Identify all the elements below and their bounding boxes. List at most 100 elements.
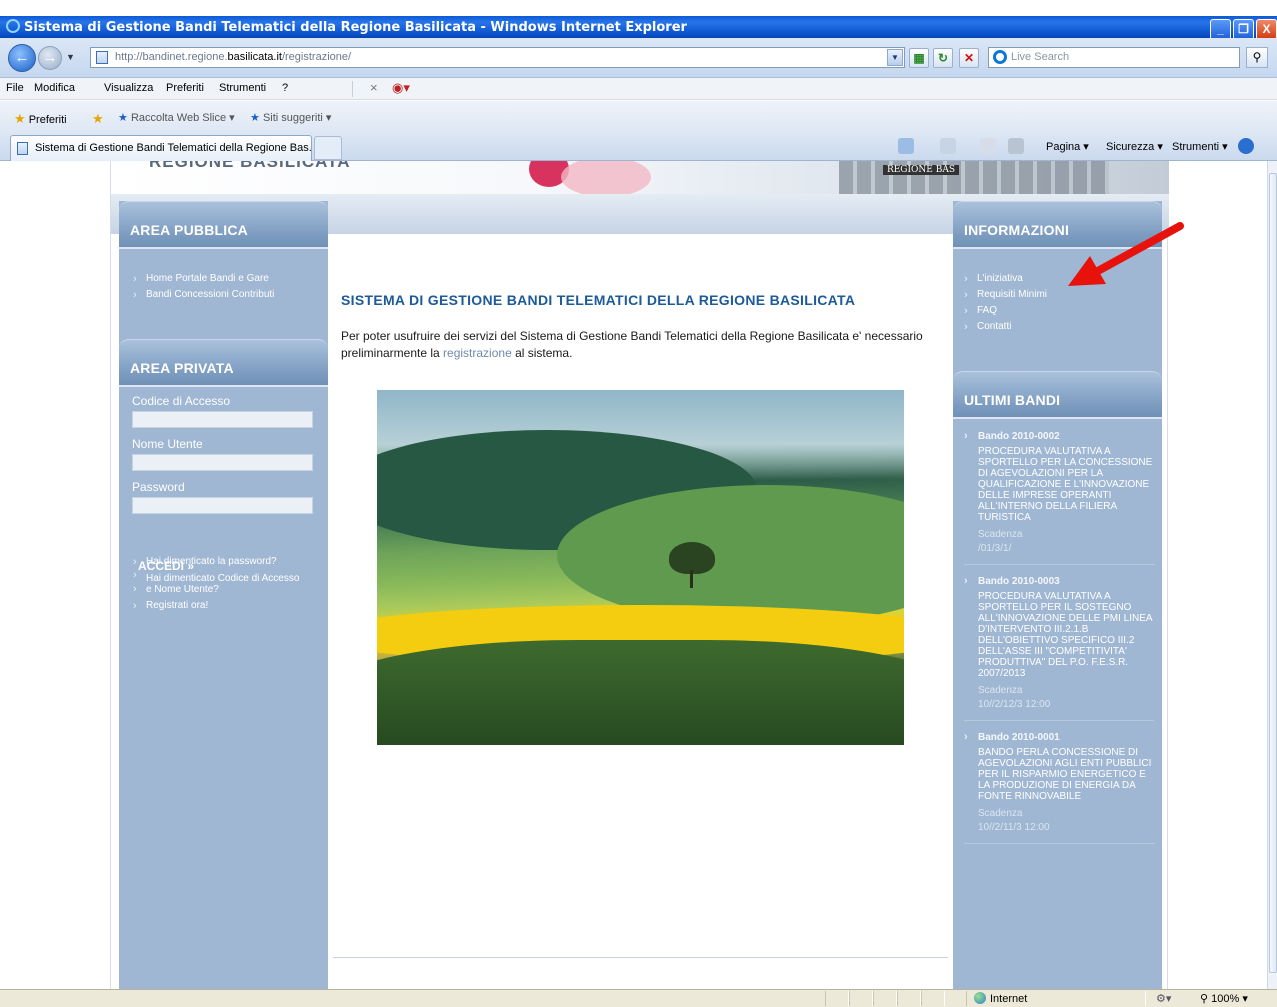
registration-link[interactable]: registrazione	[443, 346, 512, 360]
bando-description: BANDO PERLA CONCESSIONE DI AGEVOLAZIONI …	[978, 747, 1152, 802]
web-slice-link[interactable]: ★ Raccolta Web Slice ▾	[118, 111, 235, 124]
link-forgot-code[interactable]: Hai dimenticato Codice di Accesso	[133, 570, 299, 584]
home-icon[interactable]	[898, 138, 914, 154]
password-label: Password	[132, 480, 185, 494]
link-register[interactable]: Registrati ora!	[133, 598, 299, 614]
intro-text: Per poter usufruire dei servizi del Sist…	[341, 329, 923, 360]
history-dropdown-icon[interactable]: ▼	[66, 52, 75, 62]
search-button[interactable]: ⚲	[1246, 47, 1268, 68]
live-search-icon	[993, 50, 1007, 64]
menu-visualizza[interactable]: Visualizza	[104, 82, 153, 94]
bando-description: PROCEDURA VALUTATIVA A SPORTELLO PER IL …	[978, 591, 1153, 679]
bando-deadline-label: Scadenza	[978, 808, 1023, 819]
help-icon[interactable]	[1238, 138, 1254, 154]
window-controls: _ ❐ X	[1210, 19, 1277, 40]
site-banner: REGIONE BASILICATA REGIONE BAS	[111, 161, 1169, 194]
link-bandi-concessioni[interactable]: Bandi Concessioni Contributi	[133, 287, 274, 303]
globe-icon	[974, 992, 986, 1004]
link-home-portale[interactable]: Home Portale Bandi e Gare	[133, 271, 274, 287]
bando-deadline-label: Scadenza	[978, 685, 1023, 696]
menu-preferiti[interactable]: Preferiti	[166, 82, 204, 94]
feeds-icon[interactable]	[940, 138, 956, 154]
password-input[interactable]	[132, 497, 313, 514]
bando-code-link[interactable]: Bando 2010-0001	[964, 731, 1154, 743]
bando-deadline-label: Scadenza	[978, 529, 1023, 540]
link-contatti[interactable]: Contatti	[964, 319, 1047, 335]
code-label: Codice di Accesso	[132, 394, 231, 408]
right-sidebar: INFORMAZIONI L'iniziativa Requisiti Mini…	[953, 201, 1162, 989]
toolbar-addon-icon[interactable]: ◉▾	[392, 80, 410, 96]
web-page: REGIONE BASILICATA REGIONE BAS AREA PUBB…	[110, 161, 1169, 989]
area-privata-links: Hai dimenticato la password? Hai dimenti…	[133, 554, 299, 614]
minimize-button[interactable]: _	[1210, 19, 1231, 40]
ie-page-icon: ★	[118, 112, 128, 124]
link-forgot-password[interactable]: Hai dimenticato la password?	[133, 554, 299, 570]
divider	[333, 957, 948, 958]
menu-modifica[interactable]: Modifica	[34, 82, 75, 94]
print-icon[interactable]	[1008, 138, 1024, 154]
stop-icon[interactable]: ✕	[959, 48, 979, 68]
link-iniziativa[interactable]: L'iniziativa	[964, 271, 1047, 287]
mail-icon[interactable]	[980, 138, 996, 154]
banner-building-image	[839, 161, 1109, 194]
menu-file[interactable]: File	[6, 82, 24, 94]
access-code-input[interactable]	[132, 411, 313, 428]
refresh-icon[interactable]: ↻	[933, 48, 953, 68]
link-faq[interactable]: FAQ	[964, 303, 1047, 319]
link-forgot-code-2[interactable]: e Nome Utente?	[133, 584, 299, 598]
page-menu[interactable]: Pagina ▾	[1046, 140, 1089, 153]
area-privata-header: AREA PRIVATA	[119, 339, 328, 387]
bando-code-link[interactable]: Bando 2010-0002	[964, 430, 1154, 442]
ultimi-bandi-header: ULTIMI BANDI	[953, 371, 1162, 419]
zoom-level[interactable]: ⚲ 100% ▾	[1200, 992, 1248, 1005]
tab-bar: Sistema di Gestione Bandi Telematici del…	[0, 133, 1277, 161]
protected-mode-icon[interactable]: ⚙▾	[1156, 992, 1171, 1005]
status-bar: Internet ⚙▾ ⚲ 100% ▾	[0, 989, 1277, 1007]
suggested-sites-link[interactable]: ★ Siti suggeriti ▾	[250, 111, 331, 124]
username-input[interactable]	[132, 454, 313, 471]
url-dropdown-icon[interactable]: ▼	[887, 49, 903, 66]
informazioni-links: L'iniziativa Requisiti Minimi FAQ Contat…	[964, 271, 1047, 335]
star-icon: ★	[14, 111, 26, 126]
banner-building-sign: REGIONE BAS	[882, 165, 959, 175]
page-title: SISTEMA DI GESTIONE BANDI TELEMATICI DEL…	[341, 292, 856, 308]
favorites-button[interactable]: ★ Preferiti	[14, 111, 67, 127]
page-icon	[17, 142, 28, 155]
window-titlebar: Sistema di Gestione Bandi Telematici del…	[0, 0, 1277, 40]
vertical-scrollbar[interactable]	[1267, 161, 1277, 989]
bando-item: Bando 2010-0003 PROCEDURA VALUTATIVA A S…	[964, 575, 1154, 721]
link-requisiti[interactable]: Requisiti Minimi	[964, 287, 1047, 303]
bando-item: Bando 2010-0002 PROCEDURA VALUTATIVA A S…	[964, 430, 1154, 565]
security-zone: Internet	[974, 992, 1027, 1005]
restore-button[interactable]: ❐	[1233, 19, 1254, 40]
close-button[interactable]: X	[1256, 19, 1277, 40]
bando-description: PROCEDURA VALUTATIVA A SPORTELLO PER LA …	[978, 446, 1153, 523]
menu-help[interactable]: ?	[282, 82, 288, 94]
web-viewport: REGIONE BASILICATA REGIONE BAS AREA PUBB…	[0, 161, 1267, 989]
back-button[interactable]: ←	[8, 44, 36, 72]
username-label: Nome Utente	[132, 437, 203, 451]
new-tab-button[interactable]	[314, 136, 342, 160]
compatibility-view-icon[interactable]: ▦	[909, 48, 929, 68]
landscape-photo	[377, 390, 904, 745]
scrollbar-thumb[interactable]	[1269, 173, 1277, 973]
banner-region-text: REGIONE BASILICATA	[149, 161, 351, 171]
add-favorite-icon[interactable]: ★	[92, 111, 104, 127]
bando-deadline: 10//2/11/3 12:00	[978, 822, 1050, 833]
banner-flower-image	[561, 161, 651, 194]
window-title: Sistema di Gestione Bandi Telematici del…	[6, 19, 687, 35]
security-menu[interactable]: Sicurezza ▾	[1106, 140, 1163, 153]
url-input[interactable]: http://bandinet.regione.basilicata.it/re…	[90, 47, 905, 68]
search-input[interactable]: Live Search	[988, 47, 1240, 68]
bando-deadline: 10//2/12/3 12:00	[978, 699, 1051, 710]
menu-strumenti[interactable]: Strumenti	[219, 82, 266, 94]
close-toolbar-icon[interactable]: ×	[370, 80, 378, 95]
ie-logo-icon	[6, 19, 20, 33]
forward-button[interactable]: →	[38, 46, 62, 70]
tab-current[interactable]: Sistema di Gestione Bandi Telematici del…	[10, 135, 312, 161]
favorites-bar: ★ Preferiti ★ ★ Raccolta Web Slice ▾ ★ S…	[0, 101, 1277, 133]
bando-deadline: /01/3/1/	[978, 543, 1012, 554]
tools-menu[interactable]: Strumenti ▾	[1172, 140, 1228, 153]
area-pubblica-links: Home Portale Bandi e Gare Bandi Concessi…	[133, 271, 274, 303]
bando-code-link[interactable]: Bando 2010-0003	[964, 575, 1154, 587]
